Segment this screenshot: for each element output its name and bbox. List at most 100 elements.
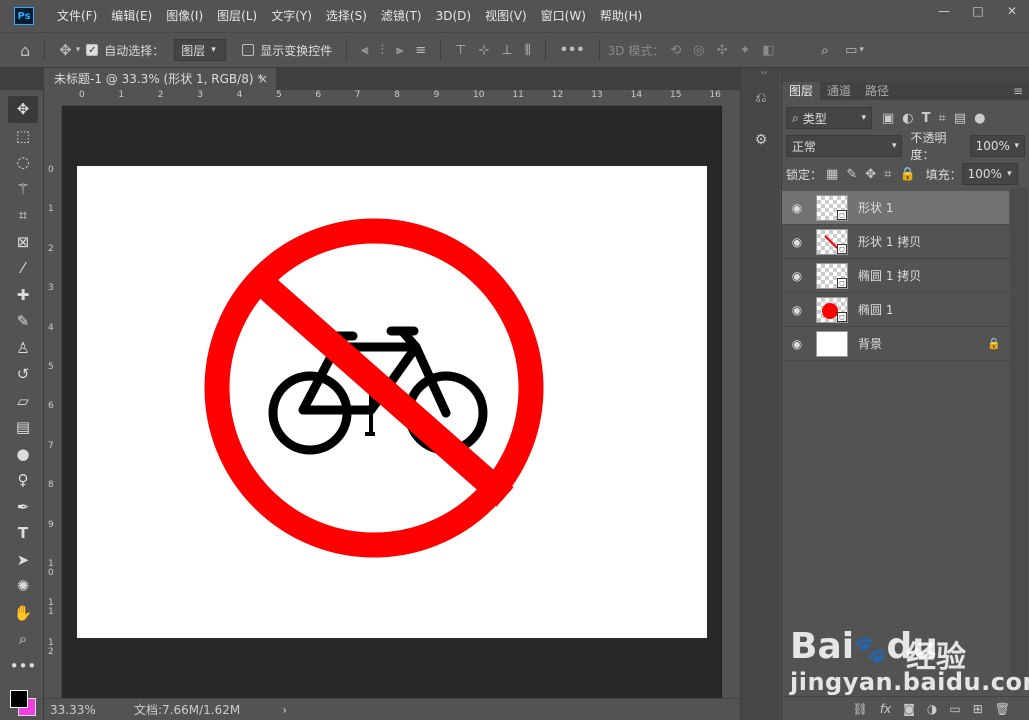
link-icon[interactable]: ⛓ — [853, 702, 868, 716]
history-panel-button[interactable]: ⎌ — [747, 84, 775, 112]
chevron-down-icon[interactable]: ▾ — [859, 45, 864, 55]
align-left-icon[interactable]: ⫷ — [361, 43, 368, 58]
3d-camera-icon[interactable]: ◧ — [762, 43, 774, 58]
visibility-eye-icon[interactable]: ◉ — [782, 201, 812, 215]
layers-scrollbar[interactable] — [1010, 188, 1028, 688]
filter-smart-object-icon[interactable]: ▤ — [954, 111, 966, 126]
workspace-icon[interactable]: ▭ — [845, 43, 857, 58]
move-tool-icon[interactable]: ✥ — [59, 41, 72, 59]
document-canvas[interactable] — [77, 166, 707, 638]
align-bottom-icon[interactable]: ⊥ — [501, 43, 512, 58]
document-tab[interactable]: 未标题-1 @ 33.3% (形状 1, RGB/8) * × — [44, 68, 276, 90]
menu-type[interactable]: 文字(Y) — [264, 0, 319, 32]
magic-wand-tool[interactable]: ⚚ — [8, 176, 38, 203]
adjustment-icon[interactable]: ◑ — [927, 702, 937, 716]
layer-name[interactable]: 椭圆 1 拷贝 — [858, 267, 1009, 284]
menu-3d[interactable]: 3D(D) — [429, 0, 478, 32]
tab-channels[interactable]: 通道 — [820, 82, 858, 100]
filter-adjustment-icon[interactable]: ◐ — [902, 111, 913, 126]
visibility-eye-icon[interactable]: ◉ — [782, 337, 812, 351]
dodge-tool[interactable]: ♀ — [8, 467, 38, 494]
brush-tool[interactable]: ✎ — [8, 308, 38, 335]
lock-artboard-icon[interactable]: ⌗ — [884, 167, 891, 182]
lock-all-icon[interactable]: 🔒 — [899, 167, 915, 182]
zoom-level[interactable]: 33.33% — [50, 703, 120, 717]
layer-row-background[interactable]: ◉ 背景 🔒 — [782, 327, 1009, 361]
tab-paths[interactable]: 路径 — [858, 82, 896, 100]
distribute-v-icon[interactable]: ⫼ — [525, 43, 531, 58]
tab-layers[interactable]: 图层 — [782, 82, 821, 100]
foreground-color-swatch[interactable] — [10, 690, 28, 708]
vertical-ruler[interactable]: 0 1 2 3 4 5 6 7 8 9 10 11 12 — [44, 106, 62, 698]
layer-name[interactable]: 背景 — [858, 335, 979, 352]
transform-controls-checkbox[interactable] — [242, 44, 255, 56]
mask-icon[interactable]: ◙ — [903, 702, 915, 716]
maximize-button[interactable]: □ — [961, 0, 995, 22]
filter-pixel-icon[interactable]: ▣ — [882, 111, 894, 126]
layer-name[interactable]: 形状 1 拷贝 — [858, 233, 1009, 250]
3d-orbit-icon[interactable]: ⟲ — [670, 43, 681, 58]
custom-shape-tool[interactable]: ✺ — [8, 573, 38, 600]
menu-image[interactable]: 图像(I) — [159, 0, 210, 32]
close-button[interactable]: ✕ — [995, 0, 1029, 22]
close-tab-icon[interactable]: × — [258, 68, 268, 90]
lock-image-icon[interactable]: ✎ — [846, 167, 857, 182]
visibility-eye-icon[interactable]: ◉ — [782, 303, 812, 317]
fx-icon[interactable]: fx — [880, 702, 891, 716]
trash-icon[interactable]: 🗑 — [995, 702, 1010, 716]
move-tool[interactable]: ✥ — [8, 96, 38, 123]
visibility-eye-icon[interactable]: ◉ — [782, 269, 812, 283]
hand-tool[interactable]: ✋ — [8, 600, 38, 627]
auto-select-checkbox[interactable]: ✓ — [86, 44, 99, 56]
layer-row-ellipse-1-copy[interactable]: ◉ ◻ 椭圆 1 拷贝 — [782, 259, 1009, 293]
3d-roll-icon[interactable]: ◎ — [693, 43, 704, 58]
layer-name[interactable]: 形状 1 — [858, 199, 1009, 216]
visibility-eye-icon[interactable]: ◉ — [782, 235, 812, 249]
panel-collapse-bar[interactable] — [782, 68, 1029, 82]
group-icon[interactable]: ▭ — [949, 702, 960, 716]
align-top-icon[interactable]: ⊤ — [455, 43, 466, 58]
pen-tool[interactable]: ✒ — [8, 494, 38, 521]
marquee-tool[interactable]: ⬚ — [8, 123, 38, 150]
layer-row-shape-1[interactable]: ◉ ◻ 形状 1 — [782, 191, 1009, 225]
collapse-dock-icon[interactable]: ‹‹ — [741, 68, 780, 77]
more-options-icon[interactable]: ••• — [560, 43, 585, 58]
menu-layer[interactable]: 图层(L) — [210, 0, 264, 32]
chevron-down-icon[interactable]: ▾ — [76, 45, 81, 55]
filter-shape-icon[interactable]: ⌗ — [939, 111, 946, 126]
status-menu-arrow-icon[interactable]: › — [282, 703, 287, 717]
distribute-h-icon[interactable]: ≡ — [415, 43, 426, 58]
frame-tool[interactable]: ⊠ — [8, 229, 38, 256]
canvas-workspace[interactable] — [62, 106, 722, 698]
minimize-button[interactable]: — — [927, 0, 961, 22]
vertical-scrollbar[interactable] — [722, 90, 740, 698]
blur-tool[interactable]: ● — [8, 441, 38, 468]
fill-input[interactable]: 100% ▾ — [961, 163, 1018, 185]
lock-transparency-icon[interactable]: ▦ — [826, 167, 838, 182]
crop-tool[interactable]: ⌗ — [8, 202, 38, 229]
zoom-tool[interactable]: ⌕ — [8, 626, 38, 653]
menu-edit[interactable]: 编辑(E) — [104, 0, 159, 32]
path-selection-tool[interactable]: ➤ — [8, 547, 38, 574]
filter-toggle-icon[interactable]: ● — [974, 111, 985, 126]
layer-filter-dropdown[interactable]: ⌕ 类型 ▾ — [786, 107, 872, 129]
search-icon[interactable]: ⌕ — [821, 41, 829, 59]
edit-toolbar[interactable]: ••• — [8, 653, 38, 680]
opacity-input[interactable]: 100% ▾ — [969, 135, 1026, 157]
menu-select[interactable]: 选择(S) — [319, 0, 374, 32]
3d-pan-icon[interactable]: ✣ — [717, 43, 728, 58]
menu-filter[interactable]: 滤镜(T) — [374, 0, 429, 32]
layer-row-shape-1-copy[interactable]: ◉ ◻ 形状 1 拷贝 — [782, 225, 1009, 259]
align-right-icon[interactable]: ⫸ — [396, 43, 403, 58]
type-tool[interactable]: T — [8, 520, 38, 547]
home-icon[interactable]: ⌂ — [20, 41, 30, 60]
filter-type-icon[interactable]: T — [922, 111, 931, 126]
eraser-tool[interactable]: ▱ — [8, 388, 38, 415]
menu-window[interactable]: 窗口(W) — [534, 0, 593, 32]
new-layer-icon[interactable]: ⊞ — [973, 702, 983, 716]
blend-mode-dropdown[interactable]: 正常 ▾ — [786, 135, 903, 157]
history-brush-tool[interactable]: ↺ — [8, 361, 38, 388]
eyedropper-tool[interactable]: ⁄ — [8, 255, 38, 282]
auto-select-target-dropdown[interactable]: 图层 ▾ — [174, 39, 227, 61]
menu-view[interactable]: 视图(V) — [478, 0, 534, 32]
